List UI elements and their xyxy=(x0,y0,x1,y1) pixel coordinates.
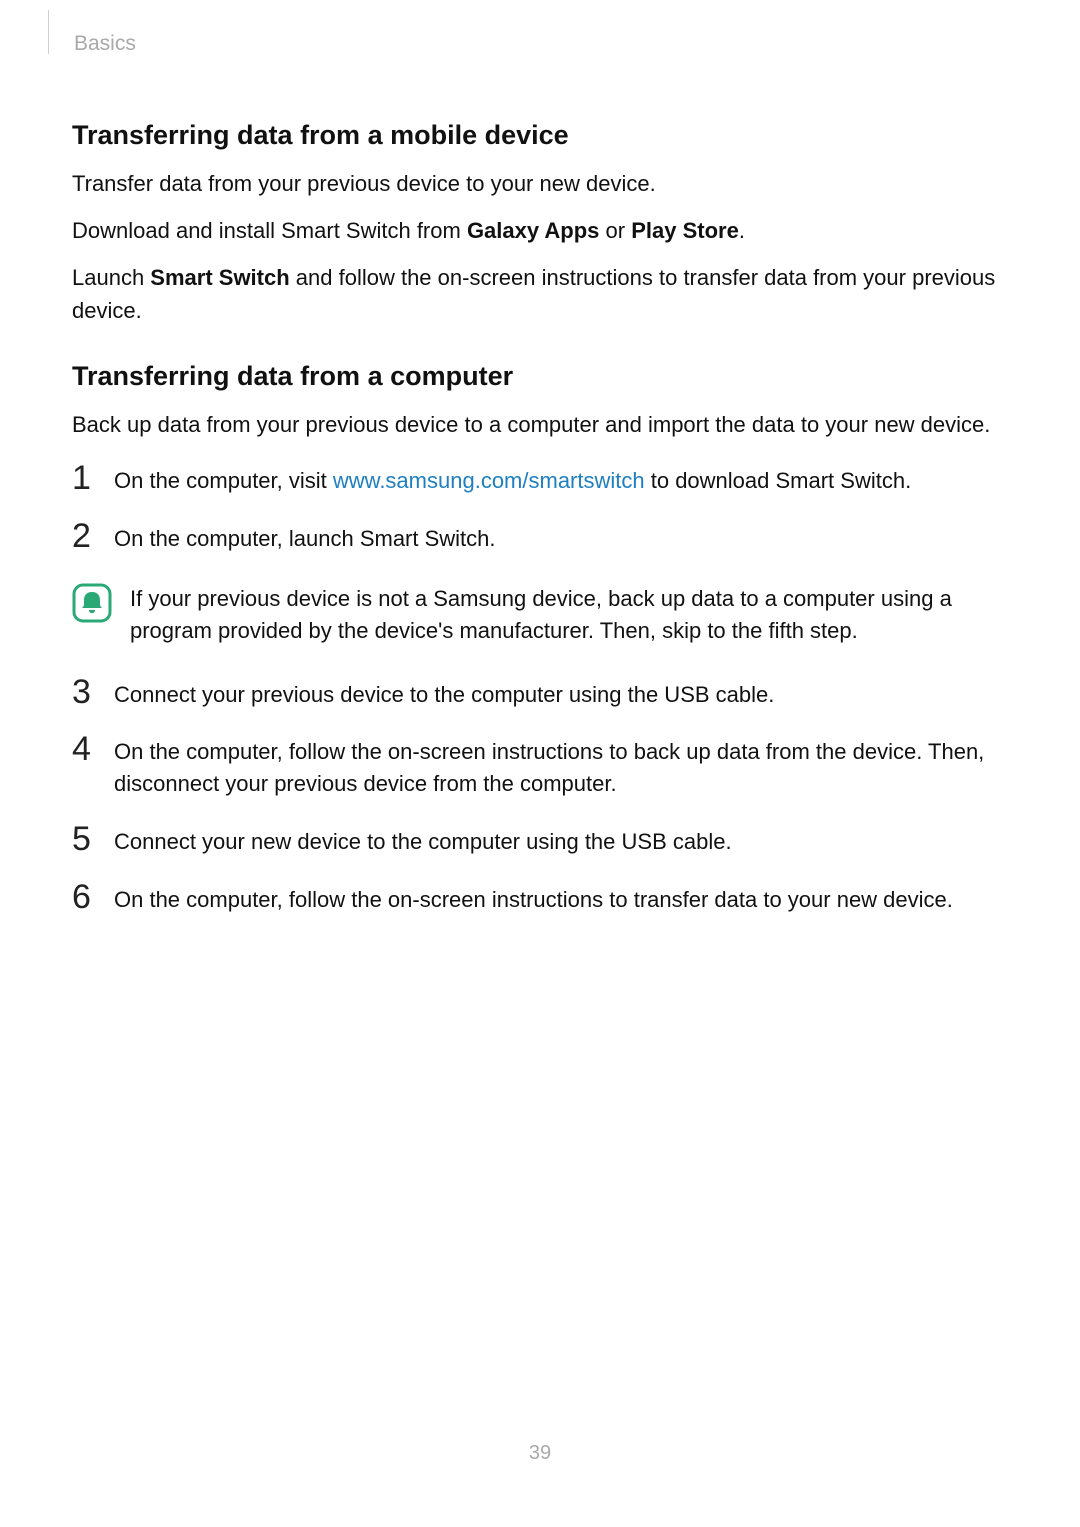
note-text: If your previous device is not a Samsung… xyxy=(130,581,1008,647)
chapter-label: Basics xyxy=(74,32,136,56)
step-3: 3 Connect your previous device to the co… xyxy=(72,679,1008,711)
step-text: On the computer, follow the on-screen in… xyxy=(114,884,1008,916)
step-text: On the computer, launch Smart Switch. xyxy=(114,523,1008,555)
step-number: 2 xyxy=(72,519,96,553)
bold-play-store: Play Store xyxy=(631,218,739,243)
header-divider xyxy=(48,10,49,54)
bold-galaxy-apps: Galaxy Apps xyxy=(467,218,599,243)
text: . xyxy=(739,218,745,243)
step-text: On the computer, follow the on-screen in… xyxy=(114,736,1008,800)
page-number: 39 xyxy=(0,1442,1080,1465)
section1-p1: Transfer data from your previous device … xyxy=(72,167,1008,200)
section2-title: Transferring data from a computer xyxy=(72,361,1008,392)
text: or xyxy=(599,218,631,243)
section1-p2: Download and install Smart Switch from G… xyxy=(72,214,1008,247)
step-number: 3 xyxy=(72,675,96,709)
step-text: On the computer, visit www.samsung.com/s… xyxy=(114,465,1008,497)
section2: Transferring data from a computer Back u… xyxy=(72,361,1008,916)
bold-smart-switch: Smart Switch xyxy=(150,265,289,290)
step-text: Connect your previous device to the comp… xyxy=(114,679,1008,711)
step-number: 5 xyxy=(72,822,96,856)
text: Download and install Smart Switch from xyxy=(72,218,467,243)
step-1: 1 On the computer, visit www.samsung.com… xyxy=(72,465,1008,497)
page: Basics Transferring data from a mobile d… xyxy=(0,0,1080,1527)
note: If your previous device is not a Samsung… xyxy=(72,581,1008,647)
step-number: 4 xyxy=(72,732,96,766)
step-6: 6 On the computer, follow the on-screen … xyxy=(72,884,1008,916)
step-number: 1 xyxy=(72,461,96,495)
step-text: Connect your new device to the computer … xyxy=(114,826,1008,858)
step-5: 5 Connect your new device to the compute… xyxy=(72,826,1008,858)
content-area: Transferring data from a mobile device T… xyxy=(72,120,1008,916)
step-2: 2 On the computer, launch Smart Switch. xyxy=(72,523,1008,555)
section2-intro: Back up data from your previous device t… xyxy=(72,408,1008,441)
note-icon xyxy=(72,583,112,623)
text: to download Smart Switch. xyxy=(645,468,912,493)
text: Launch xyxy=(72,265,150,290)
text: On the computer, visit xyxy=(114,468,333,493)
section1-title: Transferring data from a mobile device xyxy=(72,120,1008,151)
step-number: 6 xyxy=(72,880,96,914)
section1-p3: Launch Smart Switch and follow the on-sc… xyxy=(72,261,1008,327)
steps-list: 1 On the computer, visit www.samsung.com… xyxy=(72,465,1008,916)
step-4: 4 On the computer, follow the on-screen … xyxy=(72,736,1008,800)
smartswitch-link[interactable]: www.samsung.com/smartswitch xyxy=(333,468,645,493)
